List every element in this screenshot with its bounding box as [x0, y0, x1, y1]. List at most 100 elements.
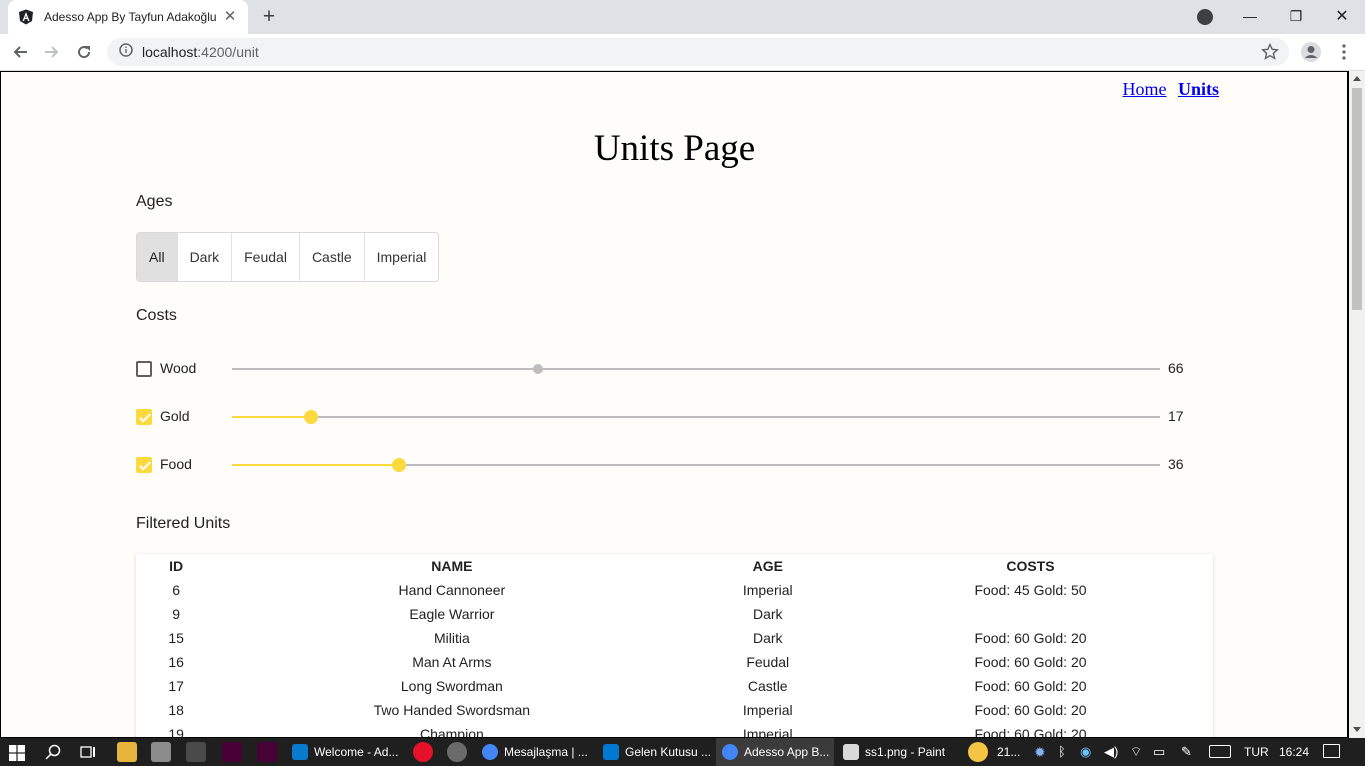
filtered-units-label: Filtered Units	[136, 515, 231, 532]
cost-row-food: Food 36	[136, 455, 1196, 475]
header-age: AGE	[752, 558, 783, 574]
food-slider-thumb[interactable]	[392, 458, 407, 472]
cell-age: Dark	[752, 630, 783, 646]
table-row[interactable]: 19 Champion Imperial Food: 60 Gold: 20	[136, 722, 1213, 738]
age-option-feudal[interactable]: Feudal	[231, 233, 299, 281]
keyboard-icon[interactable]	[1209, 745, 1231, 758]
profile-icon[interactable]	[1297, 38, 1325, 66]
weather-text: 21...	[997, 745, 1021, 759]
settings-gear-icon[interactable]: ✹	[1034, 744, 1046, 761]
close-tab-icon[interactable]: ✕	[222, 9, 238, 25]
eye-icon[interactable]: ◉	[1080, 744, 1091, 760]
volume-icon[interactable]: ◀)	[1104, 744, 1118, 760]
bluetooth-icon[interactable]: ᛒ	[1058, 744, 1066, 759]
search-icon[interactable]	[45, 744, 61, 765]
nav-home-link[interactable]: Home	[1122, 79, 1166, 99]
food-checkbox[interactable]	[136, 457, 152, 473]
cell-id: 17	[168, 678, 184, 694]
bookmark-star-icon[interactable]	[1261, 42, 1279, 61]
cell-name: Man At Arms	[412, 654, 492, 670]
taskbar-chrome-adesso[interactable]: Adesso App B...	[716, 738, 834, 766]
cell-id: 9	[172, 606, 180, 622]
url-text[interactable]: localhost:4200/unit	[142, 44, 259, 60]
scroll-down-icon[interactable]	[1353, 727, 1361, 732]
menu-kebab-icon[interactable]	[1330, 38, 1358, 66]
file-explorer-icon[interactable]	[117, 742, 137, 762]
browser-tab[interactable]: Adesso App By Tayfun Adakoğlu ✕	[8, 0, 248, 34]
address-bar[interactable]: localhost:4200/unit	[107, 38, 1289, 66]
wood-checkbox[interactable]	[136, 361, 152, 377]
reload-icon[interactable]	[70, 38, 98, 66]
slack-icon[interactable]	[447, 742, 467, 762]
language-indicator[interactable]: TUR	[1244, 745, 1269, 759]
minimize-icon[interactable]: —	[1227, 0, 1273, 32]
taskbar-paint[interactable]: ss1.png - Paint	[837, 738, 955, 766]
table-row[interactable]: 6 Hand Cannoneer Imperial Food: 45 Gold:…	[136, 578, 1213, 602]
weather-icon[interactable]	[968, 742, 988, 762]
table-header-row: ID NAME AGE COSTS	[136, 554, 1213, 578]
table-row[interactable]: 18 Two Handed Swordsman Imperial Food: 6…	[136, 698, 1213, 722]
clock[interactable]: 16:24	[1279, 745, 1309, 759]
gold-slider[interactable]	[232, 410, 1160, 424]
units-table-card: ID NAME AGE COSTS 6 Hand Cannoneer Imper…	[136, 554, 1213, 738]
store-icon[interactable]	[186, 742, 206, 762]
cell-id: 18	[168, 702, 184, 718]
back-icon[interactable]	[6, 38, 34, 66]
ages-toggle-group: All Dark Feudal Castle Imperial	[136, 232, 440, 282]
cell-costs: Food: 60 Gold: 20	[974, 630, 1087, 646]
taskbar-vscode[interactable]: Welcome - Ad...	[286, 738, 406, 766]
taskbar-chrome-messaging[interactable]: Mesajlaşma | ...	[476, 738, 594, 766]
close-window-icon[interactable]: ✕	[1319, 0, 1365, 32]
adobe-xd-icon[interactable]	[257, 742, 277, 762]
new-tab-icon[interactable]: +	[258, 6, 280, 28]
browser-toolbar: localhost:4200/unit	[0, 34, 1365, 71]
table-row[interactable]: 9 Eagle Warrior Dark	[136, 602, 1213, 626]
battery-icon[interactable]: ▭	[1153, 744, 1165, 760]
cell-id: 19	[168, 726, 184, 738]
table-row[interactable]: 17 Long Swordman Castle Food: 60 Gold: 2…	[136, 674, 1213, 698]
page-scrollbar[interactable]	[1349, 71, 1365, 738]
task-view-icon[interactable]	[80, 744, 96, 765]
cell-costs: Food: 60 Gold: 20	[974, 726, 1087, 738]
wood-slider-thumb[interactable]	[533, 364, 544, 374]
browser-tab-bar: Adesso App By Tayfun Adakoğlu ✕ + — ❐ ✕	[0, 0, 1365, 34]
food-value: 36	[1168, 456, 1184, 472]
gold-checkbox[interactable]	[136, 409, 152, 425]
cell-name: Two Handed Swordsman	[373, 702, 531, 718]
taskbar-mail[interactable]: Gelen Kutusu ...	[597, 738, 713, 766]
scroll-up-icon[interactable]	[1353, 76, 1361, 81]
tab-search-icon[interactable]	[1197, 9, 1213, 25]
calculator-icon[interactable]	[151, 742, 171, 762]
age-option-castle[interactable]: Castle	[298, 233, 364, 281]
wood-slider[interactable]	[232, 364, 1160, 374]
gold-slider-fill	[232, 416, 311, 418]
info-icon[interactable]	[119, 42, 133, 62]
forward-icon[interactable]	[38, 38, 66, 66]
cell-id: 16	[168, 654, 184, 670]
cell-age: Castle	[747, 678, 788, 694]
age-option-all[interactable]: All	[137, 233, 177, 281]
top-nav: Home Units	[1115, 79, 1219, 100]
cell-costs: Food: 60 Gold: 20	[974, 654, 1087, 670]
page-title: Units Page	[593, 128, 756, 169]
cell-costs: Food: 60 Gold: 20	[974, 678, 1087, 694]
header-costs: COSTS	[1006, 558, 1055, 574]
cell-age: Imperial	[742, 726, 793, 738]
age-option-dark[interactable]: Dark	[176, 233, 232, 281]
windows-start-icon[interactable]	[9, 745, 25, 766]
pen-icon[interactable]: ✎	[1181, 744, 1192, 760]
table-row[interactable]: 16 Man At Arms Feudal Food: 60 Gold: 20	[136, 650, 1213, 674]
notifications-icon[interactable]	[1323, 744, 1340, 758]
wifi-icon[interactable]: ⌔	[1130, 744, 1142, 760]
dreamweaver-icon[interactable]	[222, 742, 242, 762]
costs-label: Costs	[136, 307, 177, 324]
scrollbar-thumb[interactable]	[1352, 88, 1362, 310]
gold-slider-thumb[interactable]	[303, 410, 318, 424]
food-slider[interactable]	[232, 458, 1160, 472]
nav-units-link[interactable]: Units	[1178, 79, 1219, 99]
opera-icon[interactable]	[413, 742, 433, 762]
table-row[interactable]: 15 Militia Dark Food: 60 Gold: 20	[136, 626, 1213, 650]
ages-label: Ages	[136, 193, 173, 210]
age-option-imperial[interactable]: Imperial	[363, 233, 439, 281]
restore-icon[interactable]: ❐	[1273, 0, 1319, 32]
